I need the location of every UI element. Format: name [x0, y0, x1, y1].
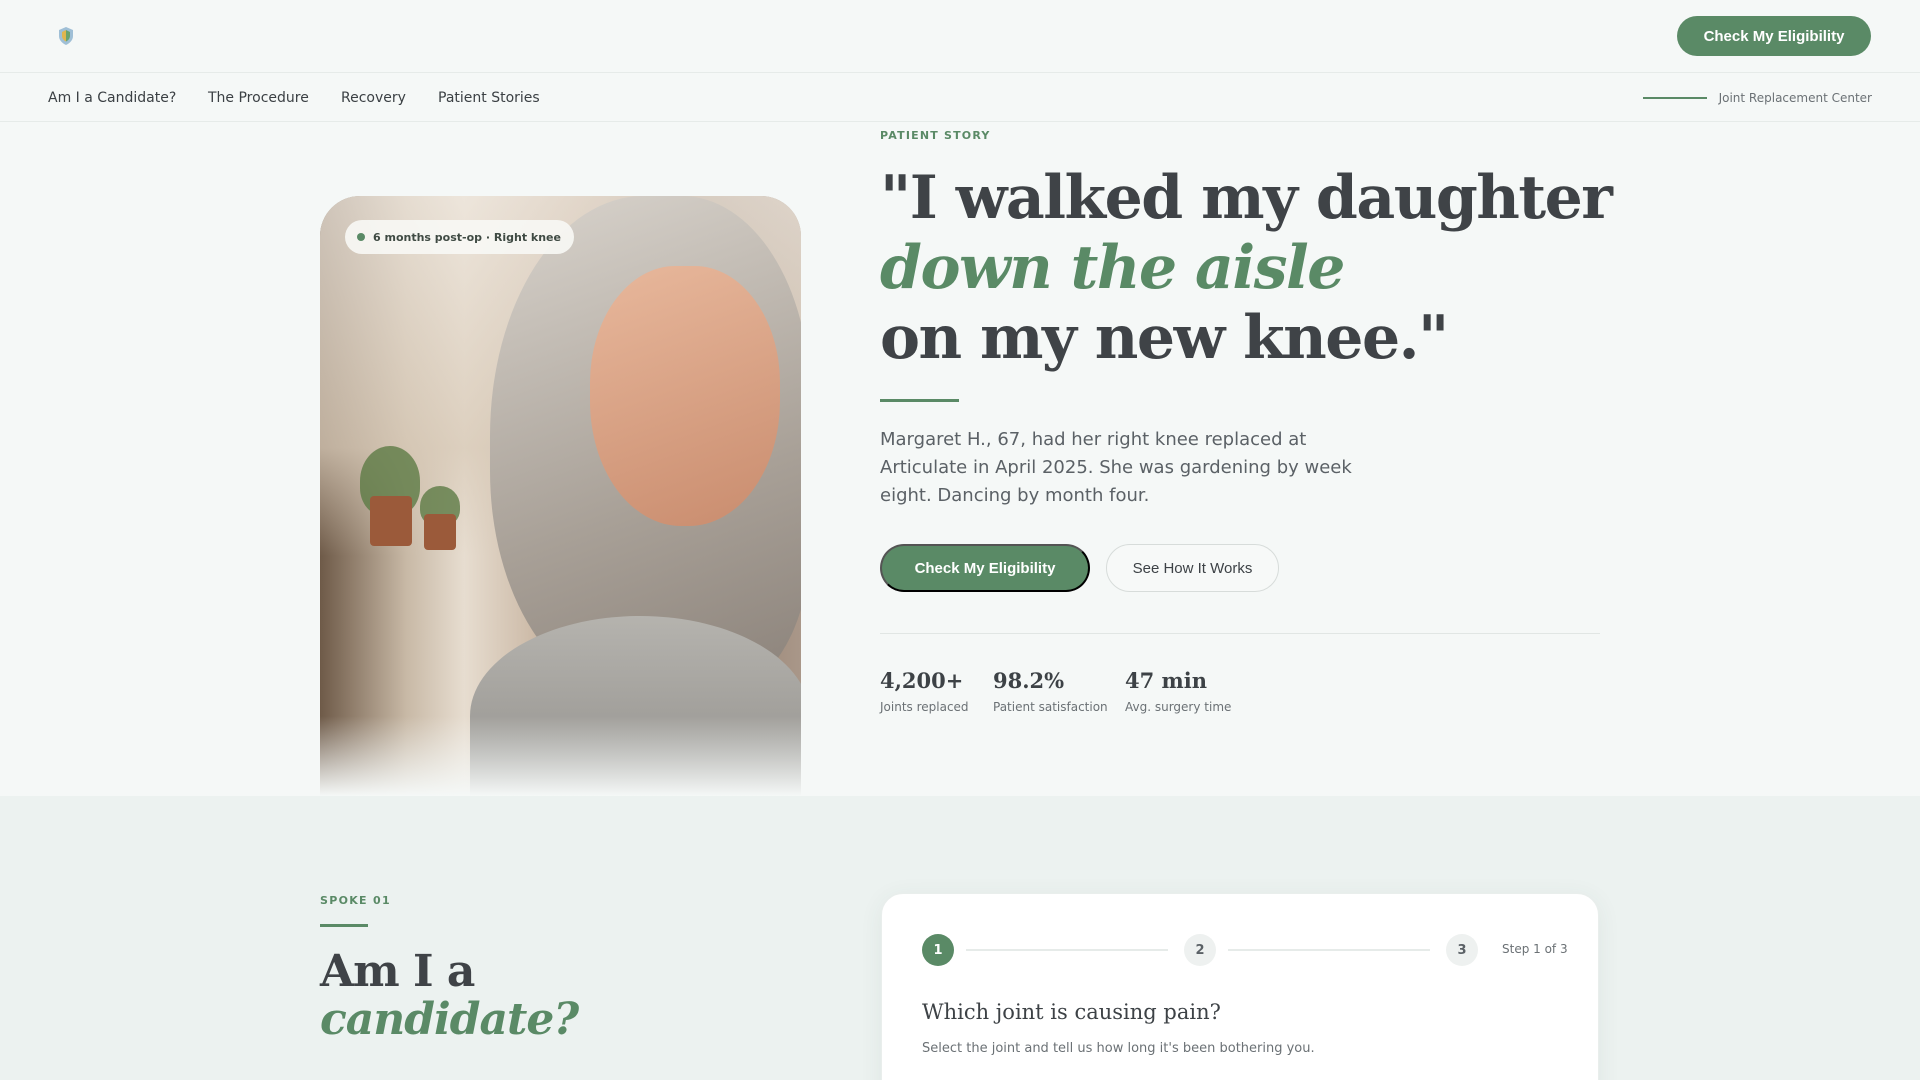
quiz-question-subtitle: Select the joint and tell us how long it… [922, 1041, 1315, 1056]
hero-headline: "I walked my daughter down the aisle on … [880, 163, 1613, 373]
photo-face [590, 266, 780, 526]
patient-photo: 6 months post-op · Right knee [320, 196, 801, 796]
step-indicator-3[interactable]: 3 [1446, 934, 1478, 966]
shield-leaf-icon[interactable] [58, 27, 74, 45]
post-op-badge-text: 6 months post-op · Right knee [373, 230, 561, 244]
section-title-line-1: Am I a [320, 946, 475, 997]
header-check-eligibility-button[interactable]: Check My Eligibility [1677, 16, 1871, 56]
stat-value: 47 min [1125, 668, 1208, 693]
step-indicator-1[interactable]: 1 [922, 934, 954, 966]
nav-section-label: Joint Replacement Center [1642, 73, 1872, 122]
hero-lead-text: Margaret H., 67, had her right knee repl… [880, 429, 1352, 506]
nav-item-patient-stories[interactable]: Patient Stories [438, 73, 540, 122]
main-nav: Am I a Candidate? The Procedure Recovery… [0, 73, 1920, 122]
top-header: Check My Eligibility [0, 0, 1920, 73]
stat-value: 4,200+ [880, 668, 964, 693]
quiz-question: Which joint is causing pain? [922, 1000, 1221, 1024]
nav-section-text: Joint Replacement Center [1718, 90, 1872, 105]
stat-patient-satisfaction: 98.2% Patient satisfaction [993, 668, 1108, 714]
step-connector [1228, 949, 1430, 951]
headline-line-3: on my new knee." [880, 303, 1449, 373]
step-indicator-2[interactable]: 2 [1184, 934, 1216, 966]
stat-label: Joints replaced [880, 700, 969, 714]
stats-divider [880, 633, 1600, 634]
nav-item-recovery[interactable]: Recovery [341, 73, 406, 122]
photo-pot [424, 514, 456, 550]
see-how-it-works-button[interactable]: See How It Works [1106, 544, 1279, 592]
check-eligibility-button[interactable]: Check My Eligibility [880, 544, 1090, 592]
nav-item-procedure[interactable]: The Procedure [208, 73, 309, 122]
post-op-badge: 6 months post-op · Right knee [345, 220, 574, 254]
headline-line-1: "I walked my daughter [880, 163, 1613, 233]
hero-eyebrow: PATIENT STORY [880, 129, 991, 142]
photo-fade [320, 716, 801, 796]
nav-accent-line [1642, 96, 1707, 99]
eligibility-quiz-card: 1 2 3 Step 1 of 3 Which joint is causing… [881, 893, 1599, 1080]
nav-item-candidate[interactable]: Am I a Candidate? [48, 73, 176, 122]
headline-line-2: down the aisle [880, 233, 1345, 303]
headline-divider [880, 399, 959, 402]
stat-surgery-time: 47 min Avg. surgery time [1125, 668, 1231, 714]
stat-label: Patient satisfaction [993, 700, 1108, 714]
step-connector [966, 949, 1168, 951]
stat-label: Avg. surgery time [1125, 700, 1232, 714]
step-progress-text: Step 1 of 3 [1502, 942, 1568, 956]
section-eyebrow: SPOKE 01 [320, 894, 391, 907]
stat-joints-replaced: 4,200+ Joints replaced [880, 668, 969, 714]
section-title-line-2: candidate? [320, 994, 579, 1045]
section-title: Am I a candidate? [320, 946, 579, 1045]
status-dot-icon [357, 233, 365, 241]
photo-pot [370, 496, 412, 546]
section-divider [320, 924, 368, 927]
stat-value: 98.2% [993, 668, 1065, 693]
